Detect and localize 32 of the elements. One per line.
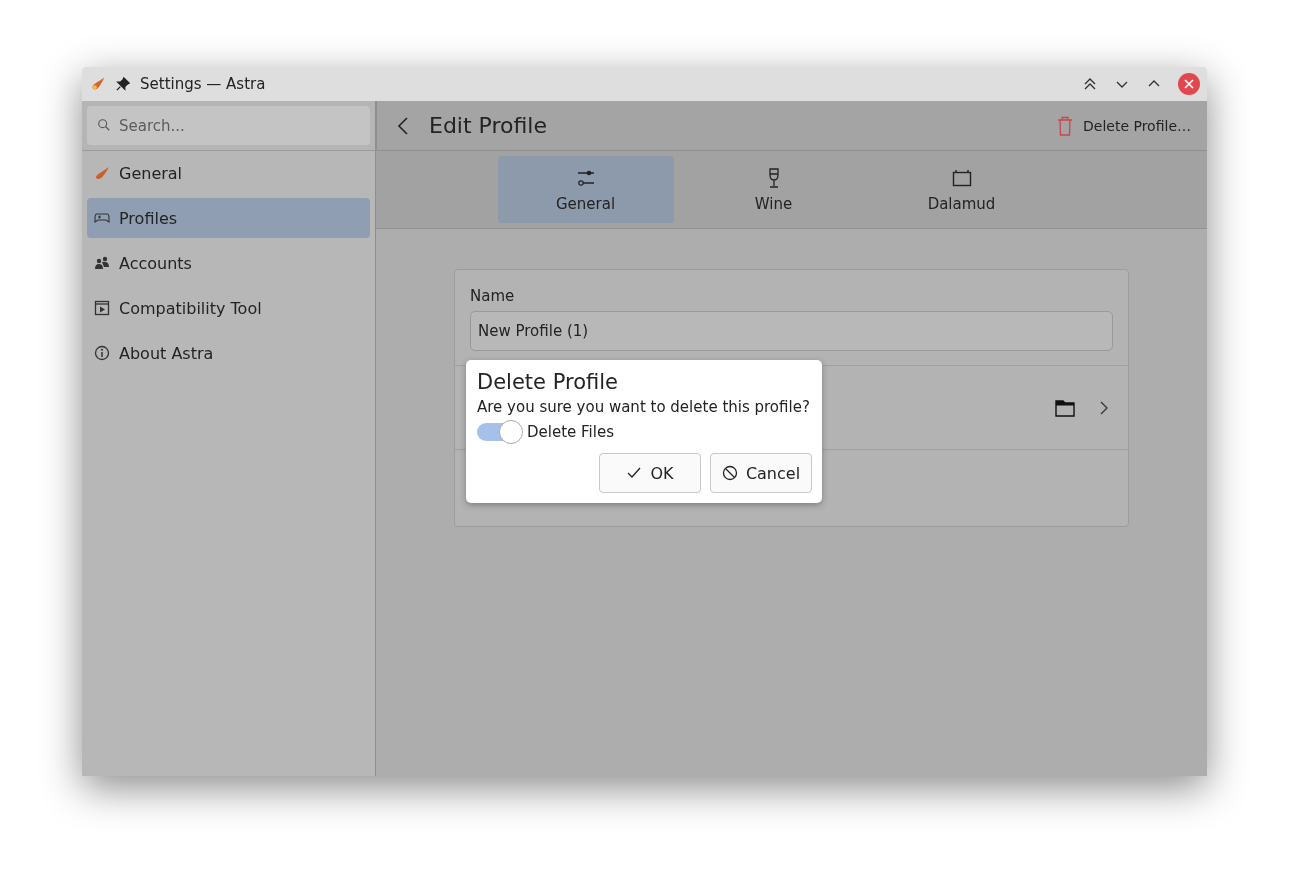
cancel-icon [721,465,738,481]
toggle-label: Delete Files [527,423,614,441]
sidebar-item[interactable]: About Astra [87,333,370,373]
sidebar-item[interactable]: General [87,153,370,193]
delete-profile-button[interactable]: Delete Profile… [1057,115,1191,136]
toggle-switch[interactable] [477,423,521,441]
tab[interactable]: General [497,156,674,223]
field-label: Name [470,287,516,305]
gamepad-icon [94,210,110,226]
tab[interactable]: Wine [685,156,862,223]
cancel-button[interactable]: Cancel [710,453,812,493]
sidebar-item[interactable]: Accounts [87,243,370,283]
ok-button[interactable]: OK [599,453,701,493]
sidebar-item[interactable]: Profiles [87,198,370,238]
dialog-title: Delete Profile [477,370,619,394]
comet-icon [94,165,110,181]
tab[interactable]: Dalamud [873,156,1050,223]
page-title: Edit Profile [429,113,547,138]
keep-above-icon[interactable] [1082,76,1098,92]
chevron-right-icon[interactable] [1100,400,1108,415]
dialog-message: Are you sure you want to delete this profile? [477,398,811,416]
comet-icon [90,76,106,92]
search-field[interactable]: Search... [87,106,370,145]
play-window-icon [94,300,110,316]
window-title: Settings — Astra [140,75,266,93]
pin-icon[interactable] [116,77,130,91]
info-icon [94,345,110,361]
name-input-field[interactable]: New Profile (1) [470,311,1113,351]
sidebar-item[interactable]: Compatibility Tool [87,288,370,328]
close-icon[interactable] [1178,73,1200,95]
people-icon [94,255,110,271]
trash-icon [1057,115,1073,136]
